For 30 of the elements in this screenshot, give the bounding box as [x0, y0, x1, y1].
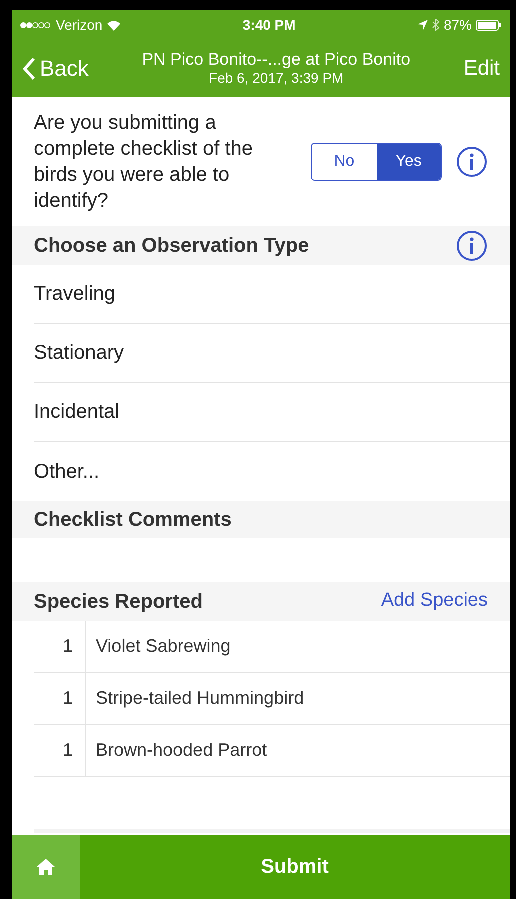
home-icon	[36, 858, 56, 876]
species-count: 1	[62, 635, 73, 658]
signal-icon	[20, 22, 52, 28]
observation-type-option[interactable]: Traveling	[34, 279, 116, 309]
observation-type-option[interactable]: Incidental	[34, 397, 120, 427]
status-time: 3:40 PM	[242, 16, 296, 34]
complete-question: Are you submitting a complete checklist of the birds you were able to identify?	[34, 110, 254, 214]
location-icon	[418, 20, 428, 30]
bluetooth-icon	[432, 19, 440, 31]
toggle-option[interactable]: Yes	[376, 144, 441, 180]
section-title: Species Reported	[34, 590, 203, 614]
info-icon[interactable]	[456, 230, 488, 262]
carrier-name: Verizon	[56, 16, 103, 34]
observation-type-option[interactable]: Stationary	[34, 338, 124, 368]
section-title: Checklist Comments	[34, 508, 232, 532]
add-species-link[interactable]: Add Species	[381, 587, 488, 616]
species-count: 1	[62, 739, 73, 762]
nav-subtitle: Feb 6, 2017, 3:39 PM	[209, 70, 344, 88]
species-name[interactable]: Violet Sabrewing	[86, 621, 231, 672]
chevron-left-icon	[22, 56, 36, 80]
species-name[interactable]: Brown-hooded Parrot	[86, 725, 268, 776]
info-icon[interactable]	[456, 146, 488, 178]
observation-type-option[interactable]: Other...	[34, 456, 100, 486]
section-title: Choose an Observation Type	[34, 234, 310, 258]
wifi-icon	[106, 20, 121, 30]
battery-percent: 87%	[444, 16, 472, 34]
species-count: 1	[62, 687, 73, 710]
nav-title: PN Pico Bonito--...ge at Pico Bonito	[142, 49, 411, 70]
battery-icon	[476, 20, 502, 30]
species-name[interactable]: Stripe-tailed Hummingbird	[86, 673, 304, 724]
